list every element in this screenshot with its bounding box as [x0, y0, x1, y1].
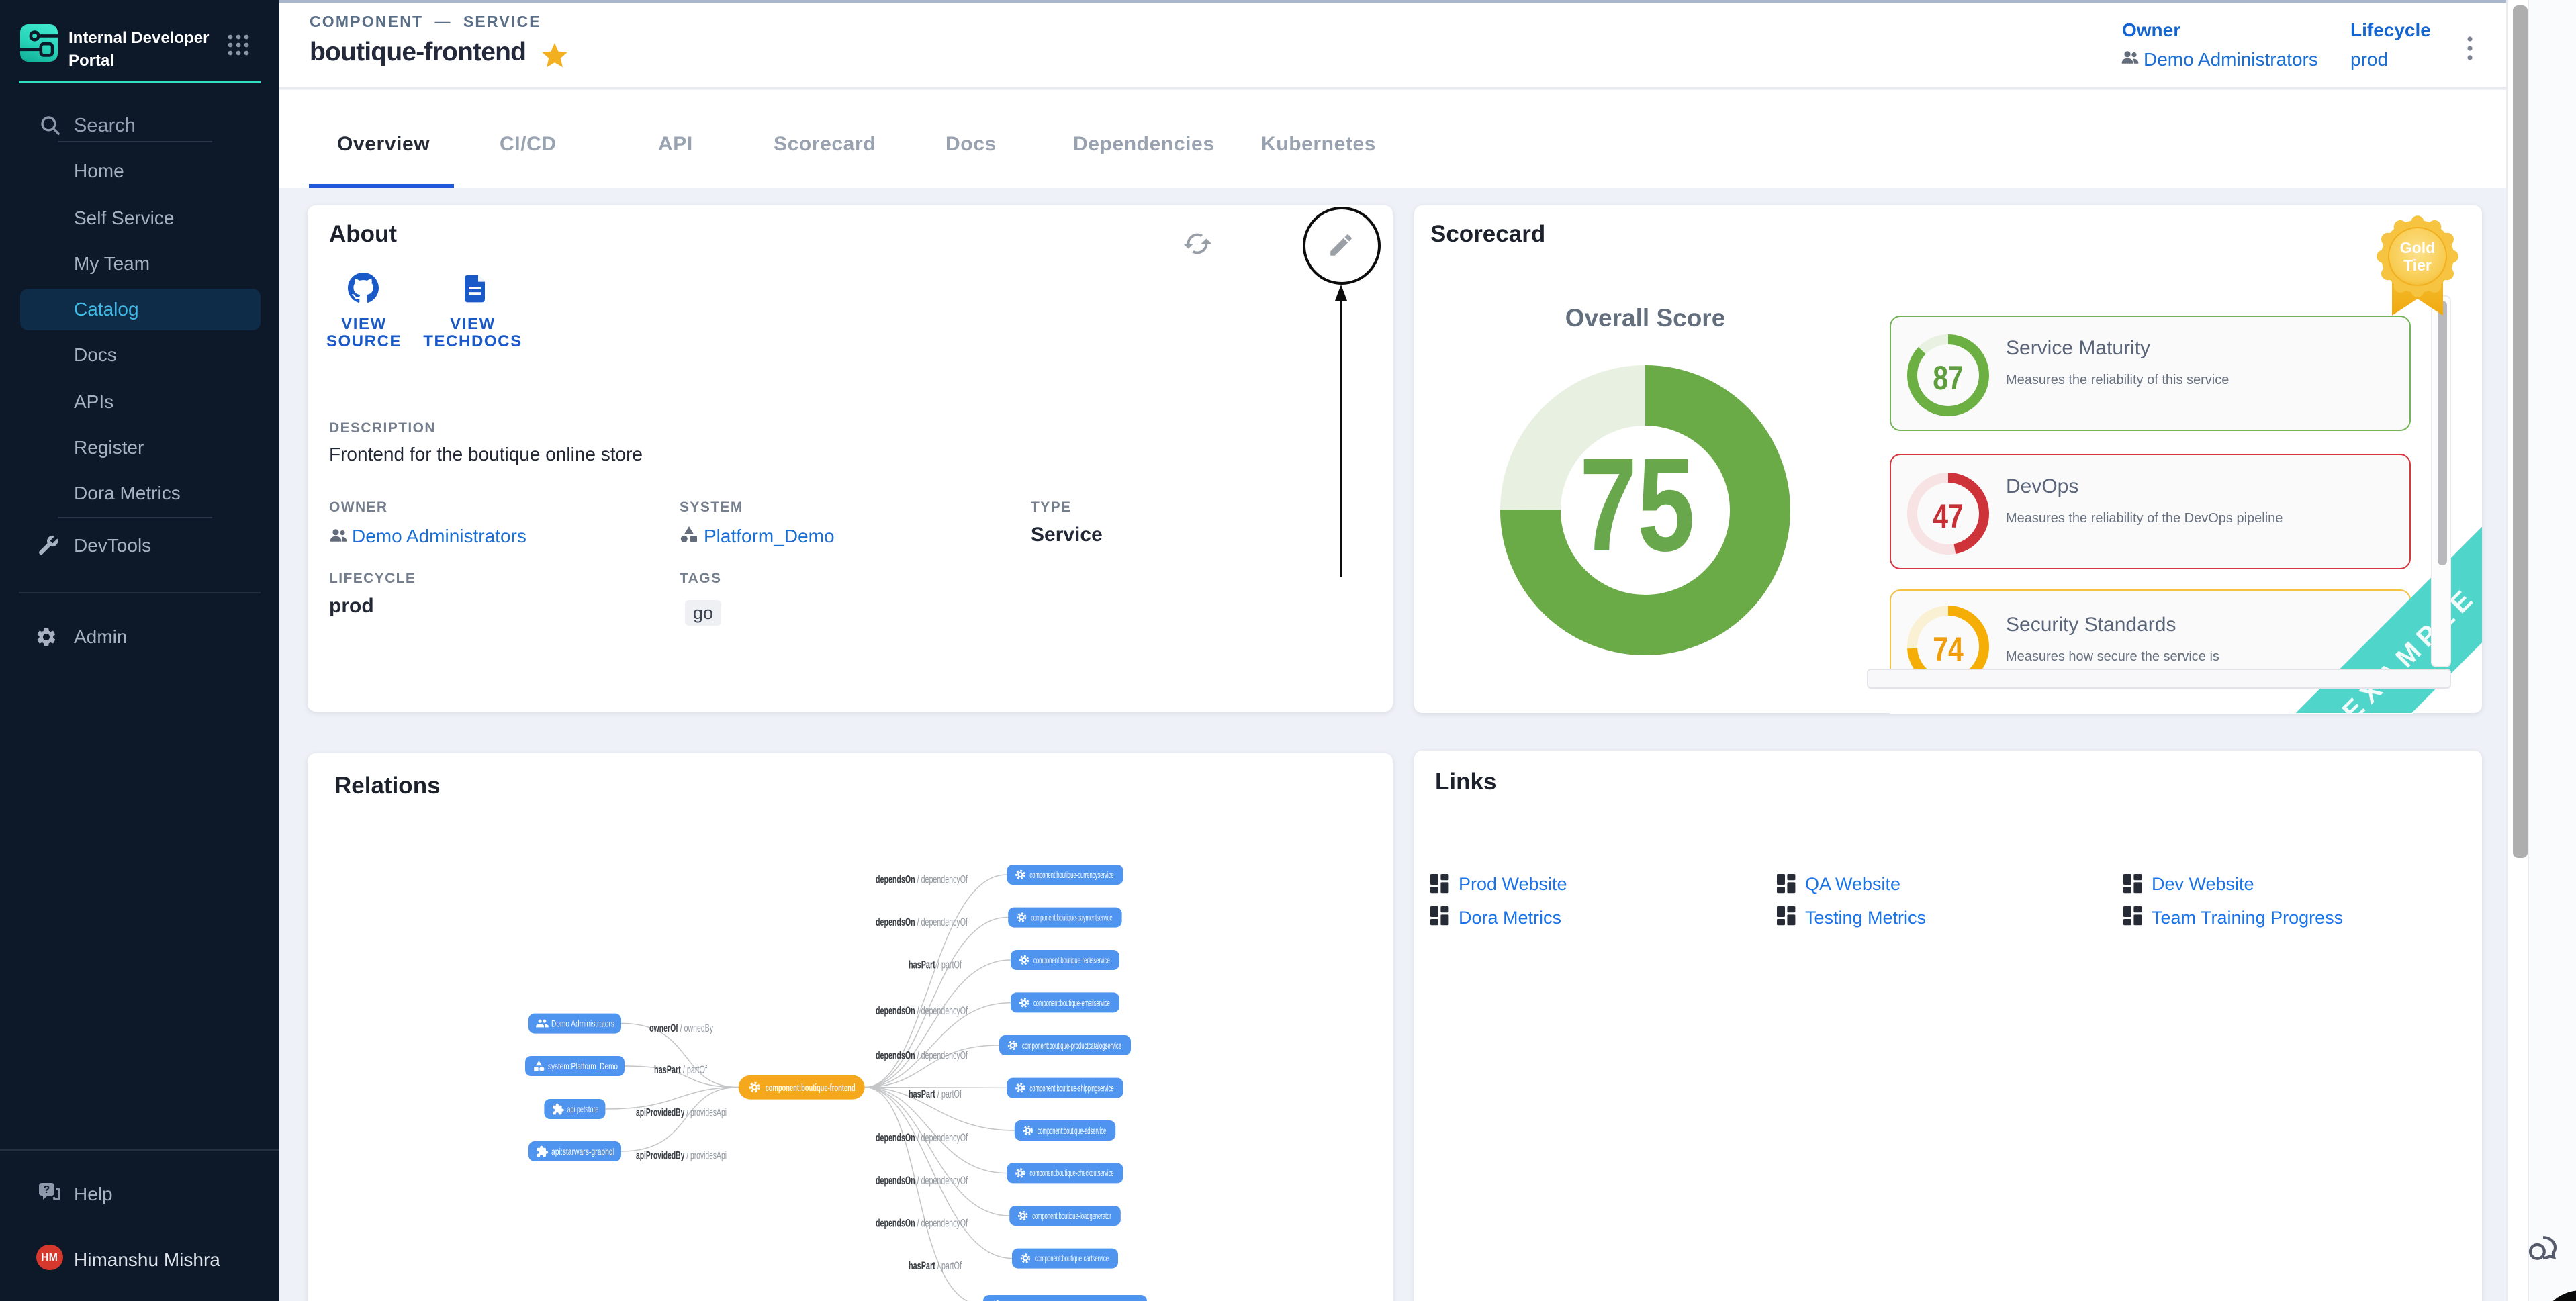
- svg-text:dependsOn / dependencyOf: dependsOn / dependencyOf: [876, 1132, 968, 1144]
- svg-text:hasPart / partOf: hasPart / partOf: [909, 959, 962, 971]
- svg-text:dependsOn / dependencyOf: dependsOn / dependencyOf: [876, 873, 968, 885]
- svg-text:dependsOn / dependencyOf: dependsOn / dependencyOf: [876, 1217, 968, 1229]
- svg-text:hasPart / partOf: hasPart / partOf: [909, 1088, 962, 1100]
- svg-text:component:boutique-cartservice: component:boutique-cartservice: [1035, 1253, 1109, 1263]
- svg-text:component:boutique-currencyser: component:boutique-currencyservice: [1029, 870, 1113, 880]
- svg-text:dependsOn / dependencyOf: dependsOn / dependencyOf: [876, 916, 968, 928]
- svg-text:component:boutique-adservice: component:boutique-adservice: [1038, 1126, 1107, 1136]
- svg-text:dependsOn / dependencyOf: dependsOn / dependencyOf: [876, 1005, 968, 1017]
- svg-text:api:petstore: api:petstore: [567, 1104, 598, 1114]
- svg-text:component:boutique-productcata: component:boutique-productcatalogservice: [1022, 1041, 1121, 1051]
- svg-text:system:Platform_Demo: system:Platform_Demo: [548, 1061, 618, 1071]
- svg-text:dependsOn / dependencyOf: dependsOn / dependencyOf: [876, 1050, 968, 1062]
- svg-text:apiProvidedBy / providesApi: apiProvidedBy / providesApi: [636, 1150, 727, 1162]
- svg-text:component:boutique-emailservic: component:boutique-emailservice: [1033, 998, 1110, 1008]
- svg-text:component:boutique-frontend: component:boutique-frontend: [766, 1082, 856, 1094]
- svg-text:component:boutique-redisservic: component:boutique-redisservice: [1033, 955, 1110, 965]
- svg-text:Tier: Tier: [2403, 256, 2432, 274]
- svg-text:hasPart / partOf: hasPart / partOf: [909, 1260, 962, 1272]
- svg-text:Gold: Gold: [2400, 239, 2435, 256]
- svg-text:hasPart / partOf: hasPart / partOf: [654, 1064, 707, 1076]
- svg-text:component:boutique-loadgenerat: component:boutique-loadgenerator: [1032, 1211, 1111, 1221]
- svg-text:apiProvidedBy / providesApi: apiProvidedBy / providesApi: [636, 1107, 727, 1119]
- svg-text:?: ?: [44, 1184, 50, 1196]
- svg-text:ownerOf / ownedBy: ownerOf / ownedBy: [649, 1022, 714, 1034]
- svg-text:component:boutique-checkoutser: component:boutique-checkoutservice: [1029, 1168, 1113, 1178]
- svg-text:dependsOn / dependencyOf: dependsOn / dependencyOf: [876, 1175, 968, 1187]
- svg-text:component:boutique-shippingser: component:boutique-shippingservice: [1029, 1083, 1113, 1093]
- svg-text:api:starwars-graphql: api:starwars-graphql: [551, 1147, 614, 1157]
- svg-text:component:boutique-paymentserv: component:boutique-paymentservice: [1031, 912, 1113, 922]
- svg-text:Demo Administrators: Demo Administrators: [551, 1018, 614, 1028]
